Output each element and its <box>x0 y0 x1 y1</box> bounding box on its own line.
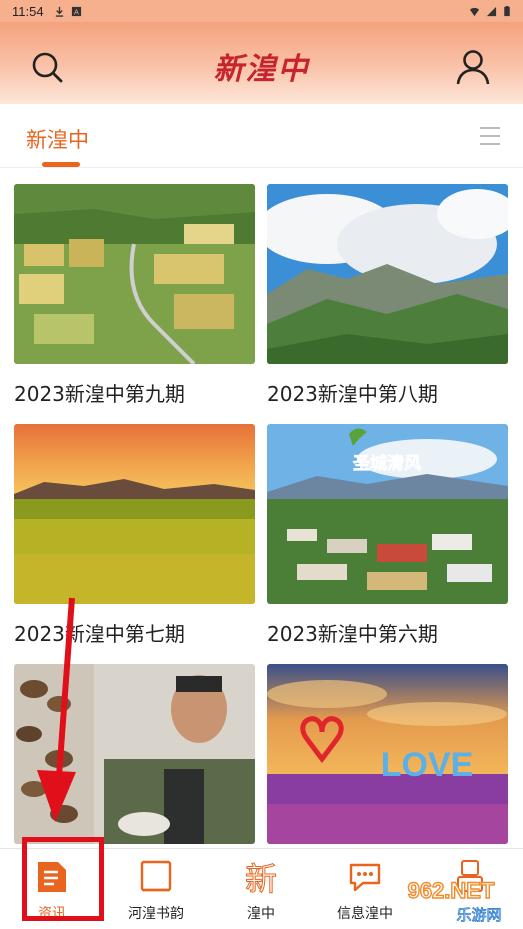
svg-text:新: 新 <box>245 860 277 895</box>
status-time: 11:54 <box>12 3 44 19</box>
card-image: 圣城清风 <box>267 424 508 604</box>
book-icon <box>140 860 172 892</box>
watermark-subtext: 乐游网 <box>456 906 501 924</box>
card-title[interactable]: 2023新湟中第七期 <box>14 618 255 647</box>
list-item[interactable]: 圣城清风 2023新湟中第六期 <box>267 424 508 647</box>
download-icon <box>55 6 63 17</box>
app-logo: 新湟中 <box>213 52 310 87</box>
signal-icon <box>486 6 497 16</box>
annotation-highlight-box <box>22 837 104 921</box>
channel-tabbar: 新湟中 <box>0 104 523 168</box>
card-image <box>267 184 508 364</box>
card-image-text: LOVE <box>381 746 474 784</box>
nav-label: 河湟书韵 <box>128 906 184 922</box>
svg-text:A: A <box>74 7 79 16</box>
list-item[interactable]: LOVE <box>267 664 508 844</box>
nav-label: 信息湟中 <box>337 906 393 922</box>
xin-character-icon: 新 <box>244 860 277 896</box>
card-image-text: 圣城清风 <box>353 453 421 474</box>
wifi-icon <box>469 7 480 16</box>
card-image: LOVE <box>267 664 508 844</box>
user-icon[interactable] <box>455 48 491 86</box>
card-image <box>14 424 255 604</box>
app-header: 新湟中 <box>0 22 523 104</box>
card-image <box>14 184 255 364</box>
tab-xin-huangzhong[interactable]: 新湟中 <box>26 124 89 154</box>
card-title[interactable]: 2023新湟中第八期 <box>267 378 508 407</box>
card-title[interactable]: 2023新湟中第九期 <box>14 378 255 407</box>
list-item[interactable]: 2023新湟中第九期 <box>14 184 255 407</box>
nav-label: 湟中 <box>247 906 275 922</box>
app-a-icon: A <box>71 6 81 16</box>
battery-icon <box>504 5 510 16</box>
menu-icon[interactable] <box>479 126 501 146</box>
nav-item-book[interactable]: 河湟书韵 <box>104 849 208 929</box>
chat-bubble-icon <box>349 863 381 892</box>
site-watermark: 962.NET 乐游网 <box>407 877 502 924</box>
search-icon[interactable] <box>28 48 66 86</box>
list-item[interactable] <box>14 664 255 844</box>
nav-item-huangzhong[interactable]: 新 湟中 <box>209 849 313 929</box>
status-bar: 11:54 A <box>0 0 523 22</box>
watermark-text: 962.NET <box>408 878 495 903</box>
card-title[interactable]: 2023新湟中第六期 <box>267 618 508 647</box>
content-grid: 2023新湟中第九期 2023新湟中第八期 2023新湟中第七期 圣城清风 20… <box>0 168 523 848</box>
tab-indicator <box>42 162 80 167</box>
list-item[interactable]: 2023新湟中第八期 <box>267 184 508 407</box>
list-item[interactable]: 2023新湟中第七期 <box>14 424 255 647</box>
card-image <box>14 664 255 844</box>
